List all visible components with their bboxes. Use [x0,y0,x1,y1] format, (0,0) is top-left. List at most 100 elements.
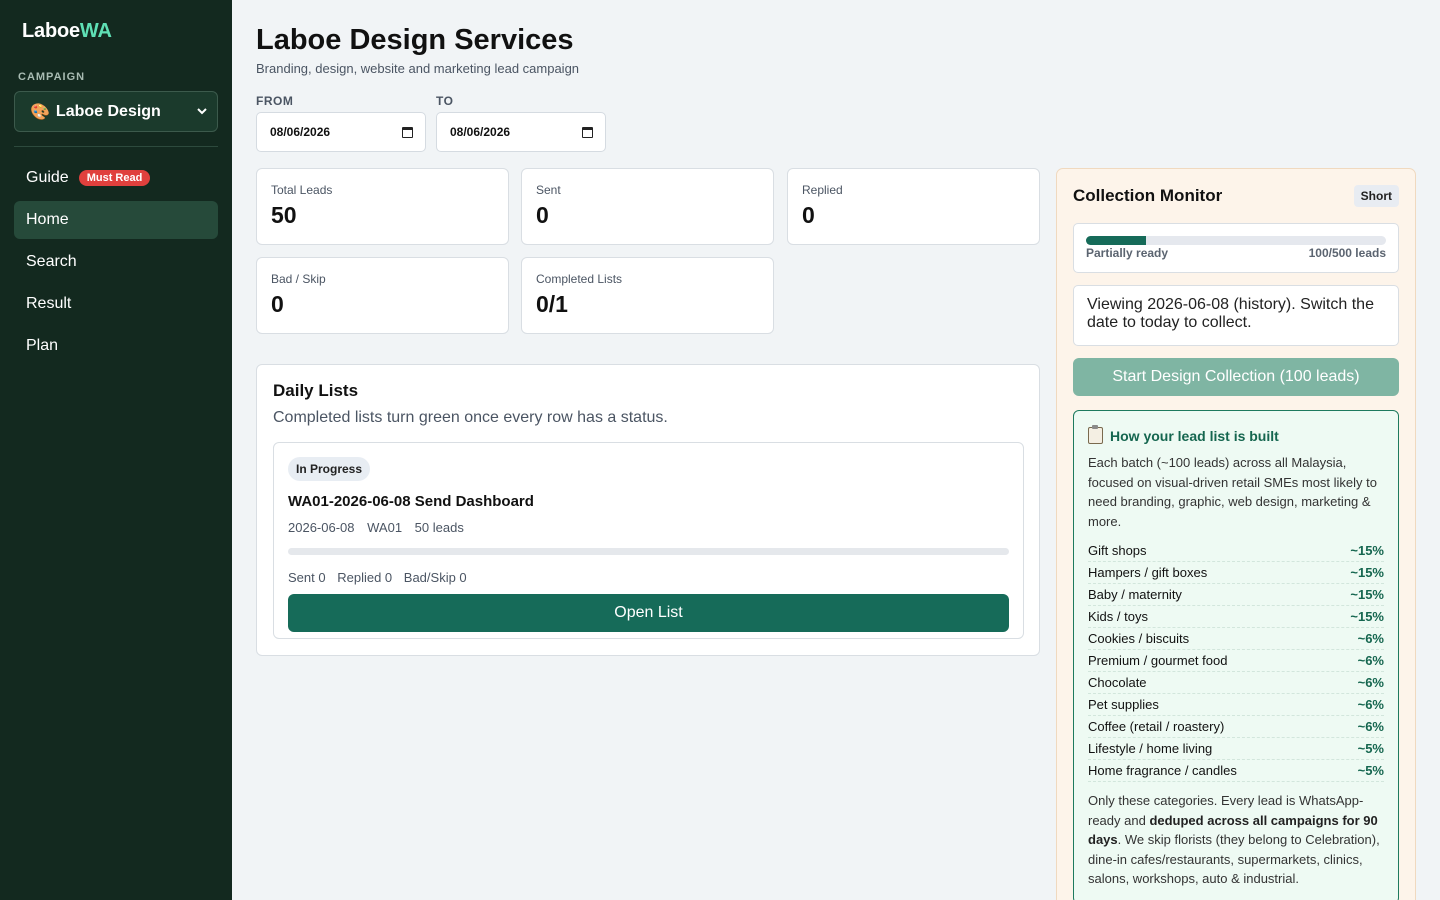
category-percent: ~15% [1350,609,1384,624]
stat-bad-skip: Bad / Skip 0 [256,257,509,334]
sidebar-item-label: Home [26,211,69,228]
stat-completed-lists: Completed Lists 0/1 [521,257,774,334]
lead-info-box: How your lead list is built Each batch (… [1073,410,1399,900]
category-name: Pet supplies [1088,697,1159,712]
category-row: Chocolate ~6% [1088,672,1384,694]
list-meta: 2026-06-08 WA01 50 leads [288,520,1009,535]
calendar-icon[interactable] [402,126,413,138]
category-percent: ~6% [1357,653,1384,668]
sidebar-item-label: Guide [26,169,69,186]
category-name: Hampers / gift boxes [1088,565,1208,580]
sidebar-item-guide[interactable]: Guide Must Read [14,159,218,197]
short-badge: Short [1353,185,1399,207]
from-label: FROM [256,94,294,108]
category-percent: ~6% [1357,719,1384,734]
sidebar-item-label: Result [26,295,72,312]
category-list: Gift shops ~15% Hampers / gift boxes ~15% Ba… [1088,540,1384,782]
chevron-down-icon [197,106,207,118]
list-leads: 50 leads [414,520,464,535]
list-sent: Sent 0 [288,570,326,585]
to-date-input[interactable]: 08/06/2026 [436,112,606,152]
stat-label: Total Leads [271,183,333,197]
category-percent: ~6% [1357,631,1384,646]
stat-value: 0 [271,291,284,317]
category-row: Lifestyle / home living ~5% [1088,738,1384,760]
campaign-select[interactable]: 🎨 Laboe Design [14,91,218,132]
readiness-count: 100/500 leads [1308,246,1386,260]
readiness-box: Partially ready 100/500 leads [1073,223,1399,273]
palette-icon: 🎨 [30,103,50,121]
list-date: 2026-06-08 [288,520,355,535]
sidebar-item-result[interactable]: Result [14,285,218,323]
list-code: WA01 [367,520,403,535]
stat-replied: Replied 0 [787,168,1040,245]
sidebar-item-search[interactable]: Search [14,243,218,281]
category-row: Kids / toys ~15% [1088,606,1384,628]
sidebar-item-home[interactable]: Home [14,201,218,239]
from-date-input[interactable]: 08/06/2026 [256,112,426,152]
category-percent: ~6% [1357,697,1384,712]
category-row: Cookies / biscuits ~6% [1088,628,1384,650]
collection-monitor: Collection Monitor Short Partially ready… [1056,168,1416,900]
list-stats: Sent 0 Replied 0 Bad/Skip 0 [288,570,1009,585]
readiness-progress-fill [1086,236,1146,245]
sidebar-item-plan[interactable]: Plan [14,327,218,365]
category-name: Chocolate [1088,675,1147,690]
readiness-progress-bar [1086,236,1386,245]
category-name: Home fragrance / candles [1088,763,1237,778]
category-row: Pet supplies ~6% [1088,694,1384,716]
category-row: Baby / maternity ~15% [1088,584,1384,606]
category-name: Kids / toys [1088,609,1148,624]
stat-value: 0/1 [536,291,568,317]
category-percent: ~15% [1350,543,1384,558]
category-percent: ~5% [1357,741,1384,756]
stat-value: 50 [271,202,297,228]
info-title-text: How your lead list is built [1110,427,1279,444]
info-footnote: Only these categories. Every lead is Wha… [1088,793,1380,886]
status-badge: In Progress [288,457,371,481]
list-bad-skip: Bad/Skip 0 [403,570,467,585]
category-percent: ~5% [1357,763,1384,778]
category-name: Lifestyle / home living [1088,741,1213,756]
stat-value: 0 [802,202,815,228]
stat-value: 0 [536,202,549,228]
category-percent: ~15% [1350,587,1384,602]
category-name: Premium / gourmet food [1088,653,1228,668]
stat-label: Completed Lists [536,272,623,286]
category-name: Cookies / biscuits [1088,631,1190,646]
campaign-label: CAMPAIGN [18,71,86,83]
calendar-icon[interactable] [582,126,593,138]
sidebar-divider [14,146,218,147]
category-name: Baby / maternity [1088,587,1182,602]
category-percent: ~15% [1350,565,1384,580]
must-read-badge: Must Read [78,170,151,186]
category-percent: ~6% [1357,675,1384,690]
daily-lists-subtitle: Completed lists turn green once every ro… [273,409,668,426]
monitor-title: Collection Monitor [1073,186,1223,205]
stat-label: Sent [536,183,561,197]
clipboard-icon [1088,425,1103,444]
viewing-notice: Viewing 2026-06-08 (history). Switch the… [1073,285,1399,346]
list-card: In Progress WA01-2026-06-08 Send Dashboa… [273,442,1024,639]
category-row: Coffee (retail / roastery) ~6% [1088,716,1384,738]
category-row: Premium / gourmet food ~6% [1088,650,1384,672]
info-title: How your lead list is built [1088,425,1384,444]
category-name: Coffee (retail / roastery) [1088,719,1225,734]
brand-logo: LaboeWA [22,20,112,42]
stat-sent: Sent 0 [521,168,774,245]
sidebar-item-label: Plan [26,337,59,354]
campaign-select-value: Laboe Design [55,102,161,120]
readiness-status: Partially ready [1086,246,1169,260]
stat-label: Bad / Skip [271,272,326,286]
stat-total-leads: Total Leads 50 [256,168,509,245]
category-row: Hampers / gift boxes ~15% [1088,562,1384,584]
sidebar-item-label: Search [26,253,77,270]
list-progress-bar [288,548,1009,555]
stat-label: Replied [802,183,843,197]
category-row: Gift shops ~15% [1088,540,1384,562]
to-label: TO [436,94,454,108]
open-list-button[interactable]: Open List [288,594,1009,632]
start-collection-button[interactable]: Start Design Collection (100 leads) [1073,358,1399,396]
to-date-value: 08/06/2026 [450,125,511,139]
list-title: WA01-2026-06-08 Send Dashboard [288,493,534,510]
